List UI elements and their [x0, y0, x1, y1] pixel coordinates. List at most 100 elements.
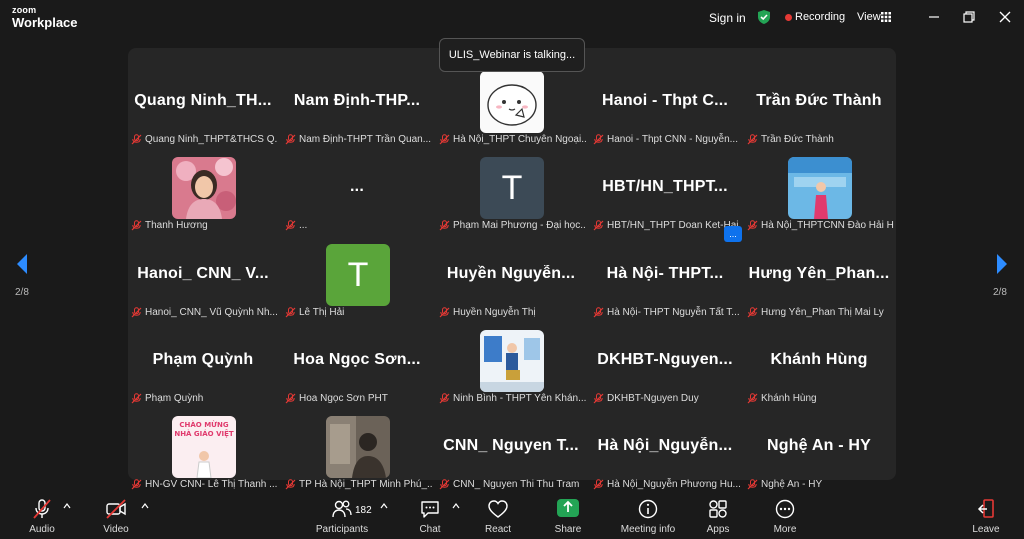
participant-name-text: Hà Nội_THPTCNN Đào Hải Hà	[761, 219, 894, 231]
video-button[interactable]: Video	[94, 490, 138, 539]
participant-tile[interactable]: Hưng Yên_Phan... Hưng Yên_Phan Thị Mai Ly	[744, 234, 894, 318]
participant-tile[interactable]: Khánh Hùng Khánh Hùng	[744, 320, 894, 404]
participant-tile[interactable]: T Lê Thị Hải	[282, 234, 432, 318]
apps-icon	[709, 500, 727, 518]
participant-name-text: Ninh Bình - THPT Yên Khán...	[453, 392, 586, 404]
microphone-muted-icon	[33, 499, 51, 519]
react-button[interactable]: React	[478, 490, 518, 539]
microphone-muted-icon	[593, 478, 604, 490]
participant-name-text: Lê Thị Hải	[299, 306, 345, 318]
more-button[interactable]: More	[765, 490, 805, 539]
participant-tile[interactable]: DKHBT-Nguyen... DKHBT-Nguyen Duy	[590, 320, 740, 404]
microphone-muted-icon	[131, 306, 142, 318]
microphone-muted-icon	[285, 306, 296, 318]
page-indicator-left: 2/8	[15, 287, 29, 298]
participant-tile[interactable]: Hà Nội_Nguyễn... Hà Nội_Nguyễn Phương Hu.…	[590, 406, 740, 490]
participant-name-text: HN-GV CNN- Lê Thị Thanh ...	[145, 478, 278, 490]
participant-tile[interactable]: Nghệ An - HY Nghệ An - HY	[744, 406, 894, 490]
participant-tile[interactable]: Hoa Ngọc Sơn... Hoa Ngọc Sơn PHT	[282, 320, 432, 404]
audio-options-chevron-up-icon[interactable]	[63, 502, 71, 510]
participant-name-text: Hà Nội_Nguyễn Phương Hu...	[607, 478, 740, 490]
participant-name-label: Hà Nội_Nguyễn Phương Hu...	[593, 477, 740, 491]
apps-button[interactable]: Apps	[698, 490, 738, 539]
participant-tile[interactable]: CHÀO MỪNG NHÀ GIÁO VIỆT HN-GV CNN- Lê Thị …	[128, 406, 278, 490]
participant-name-label: Huyền Nguyễn Thị	[439, 305, 586, 319]
chat-label: Chat	[419, 524, 441, 535]
participant-name-text: Thanh Hương	[145, 219, 208, 231]
participant-display-name: Khánh Hùng	[770, 351, 868, 368]
next-page-icon[interactable]	[995, 253, 1009, 275]
video-options-chevron-up-icon[interactable]	[141, 502, 149, 510]
participant-tile[interactable]: Nam Định-THP... Nam Định-THPT Trần Quan..…	[282, 61, 432, 145]
microphone-muted-icon	[593, 133, 604, 145]
participant-tile[interactable]: Quang Ninh_TH... Quang Ninh_THPT&THCS Q..…	[128, 61, 278, 145]
participant-display-name: Hưng Yên_Phan...	[748, 265, 890, 282]
avatar-initial: T	[501, 168, 523, 207]
chat-button[interactable]: Chat	[410, 490, 450, 539]
participant-display-name: Quang Ninh_TH...	[134, 92, 272, 109]
participants-options-chevron-up-icon[interactable]	[380, 502, 388, 510]
more-options-icon	[775, 499, 795, 519]
view-button[interactable]: View	[857, 11, 881, 23]
participant-tile[interactable]: CNN_ Nguyen T... CNN_ Nguyen Thi Thu Tram	[436, 406, 586, 490]
audio-button[interactable]: Audio	[20, 490, 64, 539]
participant-avatar	[172, 157, 236, 219]
microphone-muted-icon	[285, 133, 296, 145]
participant-name-text: Phạm Mai Phương - Đại học...	[453, 219, 586, 231]
leave-button[interactable]: Leave	[966, 490, 1006, 539]
participant-tile[interactable]: Hanoi_ CNN_ V... Hanoi_ CNN_ Vũ Quỳnh Nh.…	[128, 234, 278, 318]
restore-icon[interactable]	[959, 8, 979, 26]
recording-status[interactable]: Recording	[795, 11, 845, 23]
participant-name-text: ...	[299, 219, 308, 231]
participant-tile[interactable]: Hà Nội- THPT... Hà Nội- THPT Nguyễn Tất T…	[590, 234, 740, 318]
participant-name-label: Hanoi_ CNN_ Vũ Quỳnh Nh...	[131, 305, 278, 319]
participant-tile[interactable]: Thanh Hương	[128, 147, 278, 231]
participant-tile[interactable]: Hà Nội_THPT Chuyên Ngoại...	[436, 61, 586, 145]
participant-name-label: Trần Đức Thành	[747, 132, 894, 146]
participant-display-name: DKHBT-Nguyen...	[597, 351, 733, 368]
chat-options-chevron-up-icon[interactable]	[452, 502, 460, 510]
close-icon[interactable]	[995, 8, 1015, 26]
participant-avatar: T	[480, 157, 544, 219]
tile-more-options-button[interactable]: ...	[724, 226, 742, 242]
microphone-muted-icon	[439, 133, 450, 145]
participants-label: Participants	[315, 524, 369, 535]
participant-tile[interactable]: T Phạm Mai Phương - Đại học...	[436, 147, 586, 231]
participant-display-name: Nam Định-THP...	[293, 92, 421, 109]
share-label: Share	[554, 524, 582, 535]
participants-icon	[332, 500, 352, 518]
share-screen-button[interactable]: Share	[548, 490, 588, 539]
microphone-muted-icon	[131, 219, 142, 231]
participant-tile[interactable]: ......	[282, 147, 432, 231]
participant-name-text: Hanoi - Thpt CNN - Nguyễn...	[607, 133, 738, 145]
participant-tile[interactable]: TP Hà Nội_THPT Minh Phú_...	[282, 406, 432, 490]
participant-tile[interactable]: Hanoi - Thpt C... Hanoi - Thpt CNN - Nguy…	[590, 61, 740, 145]
participant-name-label: Hà Nội- THPT Nguyễn Tất T...	[593, 305, 740, 319]
previous-page-icon[interactable]	[15, 253, 29, 275]
participant-tile[interactable]: Hà Nội_THPTCNN Đào Hải Hà	[744, 147, 894, 231]
participant-name-label: Ninh Bình - THPT Yên Khán...	[439, 391, 586, 405]
leave-door-icon	[977, 499, 994, 518]
microphone-muted-icon	[285, 478, 296, 490]
shield-icon[interactable]	[756, 9, 772, 25]
participant-name-text: Quang Ninh_THPT&THCS Q...	[145, 133, 278, 145]
sign-in-link[interactable]: Sign in	[709, 11, 746, 25]
participant-name-label: Quang Ninh_THPT&THCS Q...	[131, 132, 278, 146]
minimize-icon[interactable]	[924, 8, 944, 26]
meeting-info-button[interactable]: Meeting info	[612, 490, 684, 539]
participant-tile[interactable]: Trần Đức Thành Trần Đức Thành	[744, 61, 894, 145]
participant-display-name: CNN_ Nguyen T...	[443, 437, 579, 454]
participant-name-label: TP Hà Nội_THPT Minh Phú_...	[285, 477, 432, 491]
participant-name-label: ...	[285, 218, 432, 232]
microphone-muted-icon	[593, 306, 604, 318]
grid-icon[interactable]	[881, 12, 891, 22]
audio-label: Audio	[29, 524, 55, 535]
logo-line1: zoom	[12, 5, 37, 15]
participant-tile[interactable]: Phạm Quỳnh Phạm Quỳnh	[128, 320, 278, 404]
participant-avatar: CHÀO MỪNG NHÀ GIÁO VIỆT	[172, 416, 236, 478]
participant-tile[interactable]: HBT/HN_THPT... HBT/HN_THPT Doan Ket-Hai..…	[590, 147, 740, 231]
participant-tile[interactable]: Huyền Nguyễn... Huyền Nguyễn Thị	[436, 234, 586, 318]
participant-tile[interactable]: Ninh Bình - THPT Yên Khán...	[436, 320, 586, 404]
participant-display-name: Nghệ An - HY	[766, 437, 872, 454]
microphone-muted-icon	[439, 392, 450, 404]
